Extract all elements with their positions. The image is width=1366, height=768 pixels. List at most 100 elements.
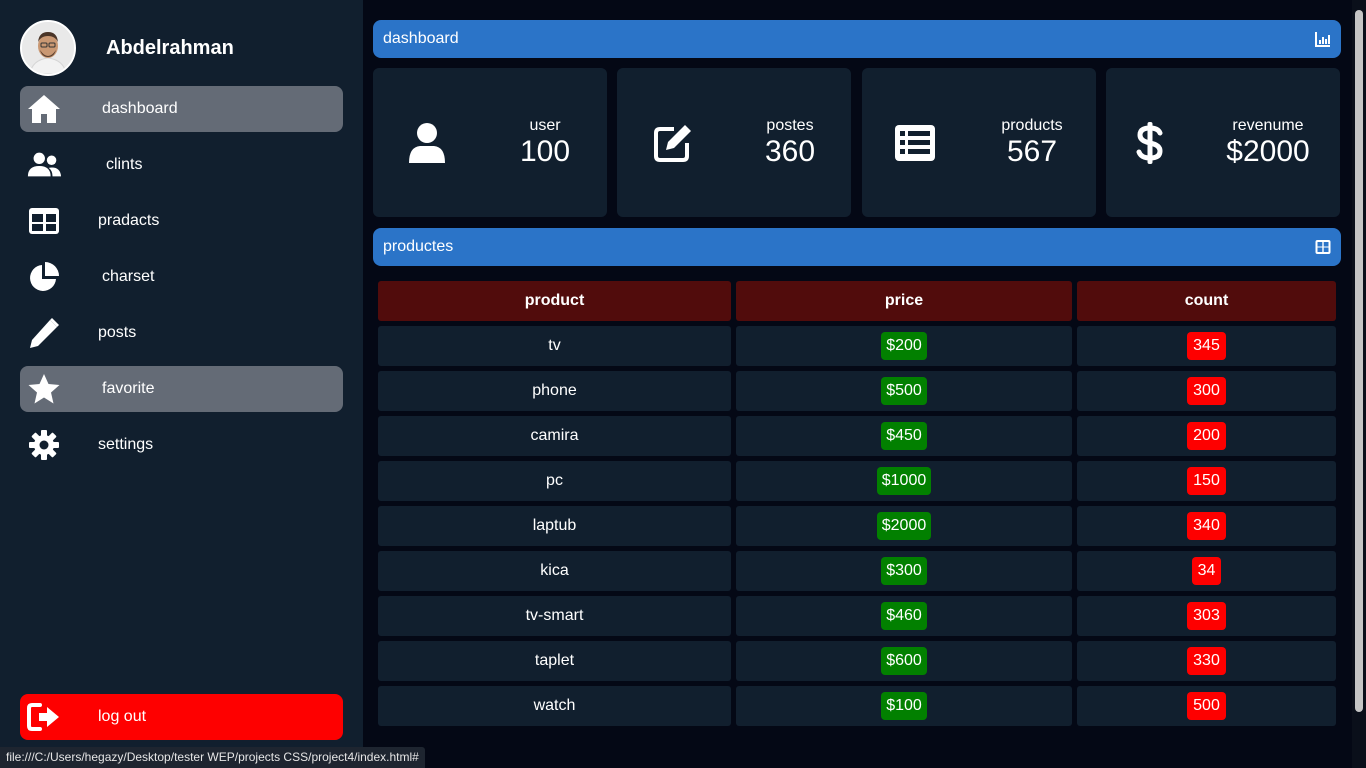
card-label: revenume (1232, 117, 1304, 134)
sidebar-item-label: favorite (102, 380, 155, 397)
column-header-price[interactable]: price (736, 281, 1072, 321)
dashboard-title: dashboard (383, 30, 459, 47)
stat-card-products: products 567 (862, 68, 1096, 217)
sidebar-item-label: pradacts (98, 212, 160, 229)
price-cell: $100 (736, 686, 1072, 726)
count-badge: 300 (1187, 377, 1226, 405)
product-cell: taplet (378, 641, 731, 681)
card-value: $2000 (1226, 135, 1310, 168)
count-cell: 34 (1077, 551, 1336, 591)
sidebar-item-posts[interactable]: posts (20, 310, 343, 356)
card-value: 100 (519, 135, 571, 168)
price-badge: $460 (881, 602, 927, 630)
profile: Abdelrahman (20, 20, 234, 76)
star-icon (26, 371, 62, 407)
price-cell: $200 (736, 326, 1072, 366)
count-badge: 303 (1187, 602, 1226, 630)
gear-icon (26, 427, 62, 463)
dollar-icon (1128, 121, 1172, 165)
price-cell: $500 (736, 371, 1072, 411)
product-cell: watch (378, 686, 731, 726)
price-cell: $600 (736, 641, 1072, 681)
count-cell: 345 (1077, 326, 1336, 366)
pencil-icon (26, 315, 62, 351)
sign-out-icon (26, 699, 62, 735)
card-label: user (529, 117, 561, 134)
product-cell: laptub (378, 506, 731, 546)
count-badge: 150 (1187, 467, 1226, 495)
count-cell: 150 (1077, 461, 1336, 501)
stat-card-user: user 100 (373, 68, 607, 217)
price-cell: $2000 (736, 506, 1072, 546)
edit-icon (651, 121, 695, 165)
product-cell: camira (378, 416, 731, 456)
count-badge: 340 (1187, 512, 1226, 540)
count-cell: 200 (1077, 416, 1336, 456)
sidebar-item-label: settings (98, 436, 154, 453)
price-badge: $2000 (876, 512, 932, 540)
sidebar-item-clints[interactable]: clints (20, 142, 343, 188)
home-icon (26, 91, 62, 127)
product-cell: tv-smart (378, 596, 731, 636)
count-cell: 303 (1077, 596, 1336, 636)
product-cell: tv (378, 326, 731, 366)
sidebar-item-favorite[interactable]: favorite (20, 366, 343, 412)
count-cell: 500 (1077, 686, 1336, 726)
sidebar-item-label: posts (98, 324, 137, 341)
count-badge: 345 (1187, 332, 1226, 360)
count-cell: 300 (1077, 371, 1336, 411)
column-header-product[interactable]: product (378, 281, 731, 321)
price-badge: $200 (881, 332, 927, 360)
sidebar-item-settings[interactable]: settings (20, 422, 343, 468)
stat-card-postes: postes 360 (617, 68, 851, 217)
count-cell: 340 (1077, 506, 1336, 546)
scrollbar-thumb[interactable] (1355, 10, 1363, 712)
stat-card-revenume: revenume $2000 (1106, 68, 1340, 217)
table-icon (26, 203, 62, 239)
user-icon (405, 121, 449, 165)
price-badge: $1000 (876, 467, 932, 495)
price-cell: $450 (736, 416, 1072, 456)
price-cell: $460 (736, 596, 1072, 636)
product-cell: pc (378, 461, 731, 501)
sidebar-item-label: dashboard (102, 100, 178, 117)
count-badge: 500 (1187, 692, 1226, 720)
price-cell: $1000 (736, 461, 1072, 501)
products-header: productes (373, 228, 1341, 266)
price-badge: $450 (881, 422, 927, 450)
sidebar-item-pradacts[interactable]: pradacts (20, 198, 343, 244)
price-badge: $100 (881, 692, 927, 720)
count-badge: 200 (1187, 422, 1226, 450)
price-cell: $300 (736, 551, 1072, 591)
card-value: 567 (1006, 135, 1058, 168)
chart-icon[interactable] (1315, 31, 1331, 47)
logout-button[interactable]: log out (20, 694, 343, 740)
sidebar-item-dashboard[interactable]: dashboard (20, 86, 343, 132)
sidebar-item-label: clints (106, 156, 143, 173)
card-label: products (1001, 117, 1063, 134)
profile-name: Abdelrahman (106, 36, 234, 59)
products-title: productes (383, 238, 454, 255)
price-badge: $500 (881, 377, 927, 405)
count-badge: 34 (1191, 557, 1222, 585)
scrollbar[interactable] (1352, 0, 1366, 768)
users-icon (26, 147, 62, 183)
dashboard-header: dashboard (373, 20, 1341, 58)
pie-chart-icon (26, 259, 62, 295)
column-header-count[interactable]: count (1077, 281, 1336, 321)
grid-icon[interactable] (1315, 239, 1331, 255)
list-icon (893, 121, 937, 165)
price-badge: $300 (881, 557, 927, 585)
avatar[interactable] (20, 20, 76, 76)
sidebar: Abdelrahman dashboard clints pradacts ch… (0, 0, 363, 768)
status-bar-url: file:///C:/Users/hegazy/Desktop/tester W… (0, 747, 425, 768)
logout-label: log out (98, 708, 147, 725)
sidebar-item-label: charset (102, 268, 155, 285)
product-cell: kica (378, 551, 731, 591)
product-cell: phone (378, 371, 731, 411)
count-badge: 330 (1187, 647, 1226, 675)
sidebar-item-charset[interactable]: charset (20, 254, 343, 300)
card-label: postes (766, 117, 814, 134)
price-badge: $600 (881, 647, 927, 675)
count-cell: 330 (1077, 641, 1336, 681)
